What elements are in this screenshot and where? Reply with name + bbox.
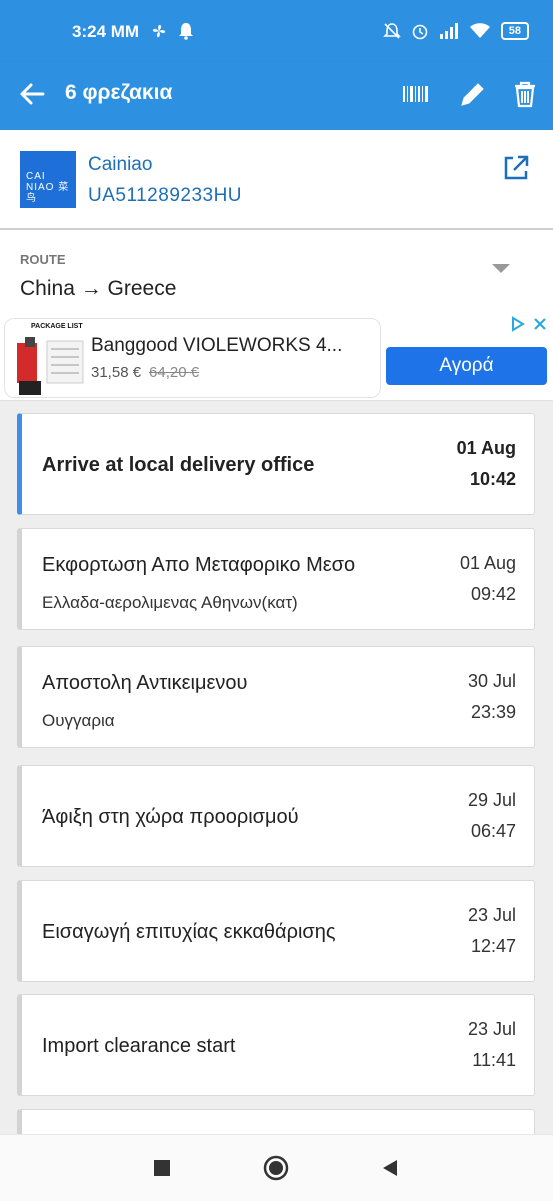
event-location: Ουγγαρια: [42, 711, 115, 730]
edit-icon[interactable]: [457, 78, 489, 110]
ad-card[interactable]: PACKAGE LIST Banggood VIOLEWORKS 4... 31…: [4, 318, 381, 398]
battery-indicator: 58: [500, 22, 529, 40]
ad-close-icon[interactable]: [532, 316, 548, 332]
fan-icon: [152, 24, 166, 38]
event-title: Εκφορτωση Απο Μεταφορικο Μεσο: [42, 554, 356, 576]
carrier-section: CAI NIAO 菜鸟 Cainiao UA511289233HU: [0, 130, 553, 230]
event-date: 01 Aug: [456, 438, 516, 458]
tracking-event-item[interactable]: Αποστολη Αντικειμενου Ουγγαρια 30 Jul 23…: [17, 646, 535, 748]
event-time: 12:47: [470, 936, 516, 956]
event-date: 30 Jul: [467, 671, 516, 691]
ad-product-image: PACKAGE LIST: [13, 323, 89, 397]
back-nav-icon[interactable]: [380, 1158, 400, 1178]
tracking-event-item[interactable]: Εισαγωγή επιτυχίας εκκαθάρισης 23 Jul 12…: [17, 880, 535, 982]
mute-bell-icon: [382, 23, 401, 39]
tracking-number[interactable]: UA511289233HU: [88, 185, 242, 207]
tracking-event-item[interactable]: Import clearance start 23 Jul 11:41: [17, 994, 535, 1096]
ad-buy-button[interactable]: Αγορά: [386, 347, 547, 385]
home-icon[interactable]: [263, 1155, 289, 1181]
event-title: Import clearance start: [42, 1035, 236, 1057]
ad-choices-icon[interactable]: [510, 316, 526, 332]
ad-banner[interactable]: PACKAGE LIST Banggood VIOLEWORKS 4... 31…: [0, 314, 553, 401]
event-date: 29 Jul: [467, 790, 516, 810]
tracking-event-item[interactable]: Arrive at local delivery office 01 Aug 1…: [17, 413, 535, 515]
event-time: 10:42: [469, 469, 516, 489]
status-time: 3:24 MM: [72, 22, 140, 41]
status-bar: 3:24 MM 58: [0, 0, 553, 62]
recents-icon[interactable]: [153, 1159, 171, 1177]
alarm-icon: [412, 24, 428, 40]
tracking-event-item[interactable]: Εκφορτωση Απο Μεταφορικο Μεσο Ελλαδα-αερ…: [17, 528, 535, 630]
event-time: 06:47: [470, 821, 516, 841]
tracking-events-list: Arrive at local delivery office 01 Aug 1…: [0, 400, 553, 1134]
ad-price: 31,58 €64,20 €: [91, 364, 200, 381]
tracking-event-item[interactable]: Άφιξη στη χώρα προορισμού 29 Jul 06:47: [17, 765, 535, 867]
ad-product-title: Banggood VIOLEWORKS 4...: [91, 335, 343, 356]
event-title: Arrive at local delivery office: [42, 454, 315, 476]
event-date: 23 Jul: [467, 1019, 516, 1039]
tracking-event-item[interactable]: [17, 1109, 535, 1134]
carrier-logo: CAI NIAO 菜鸟: [20, 151, 76, 208]
dropdown-caret-icon[interactable]: [492, 264, 510, 273]
page-title: 6 φρεζακια: [65, 81, 173, 104]
wifi-icon: [469, 23, 490, 38]
back-arrow-icon[interactable]: [18, 80, 46, 108]
notification-bell-icon: [179, 23, 193, 40]
event-title: Εισαγωγή επιτυχίας εκκαθάρισης: [42, 921, 336, 943]
carrier-name[interactable]: Cainiao: [88, 154, 152, 176]
barcode-icon[interactable]: [400, 78, 432, 110]
event-location: Ελλαδα-αερολιμενας Αθηνων(κατ): [42, 593, 298, 612]
system-navigation-bar: [0, 1134, 553, 1201]
ad-old-price: 64,20 €: [149, 364, 200, 381]
chainsaw-image: [17, 337, 84, 395]
open-external-icon[interactable]: [502, 154, 530, 182]
app-bar: 6 φρεζακια: [0, 62, 553, 130]
route-value: China → Greece: [20, 277, 177, 300]
event-title: Αποστολη Αντικειμενου: [42, 672, 248, 694]
signal-icon: [439, 23, 458, 39]
event-time: 11:41: [472, 1050, 516, 1070]
event-time: 23:39: [470, 702, 516, 722]
delete-icon[interactable]: [509, 78, 541, 110]
route-section[interactable]: ROUTE China → Greece: [0, 230, 553, 314]
event-date: 23 Jul: [467, 905, 516, 925]
event-time: 09:42: [470, 584, 516, 604]
event-title: Άφιξη στη χώρα προορισμού: [42, 806, 299, 828]
route-label: ROUTE: [20, 252, 66, 267]
event-date: 01 Aug: [459, 553, 516, 573]
